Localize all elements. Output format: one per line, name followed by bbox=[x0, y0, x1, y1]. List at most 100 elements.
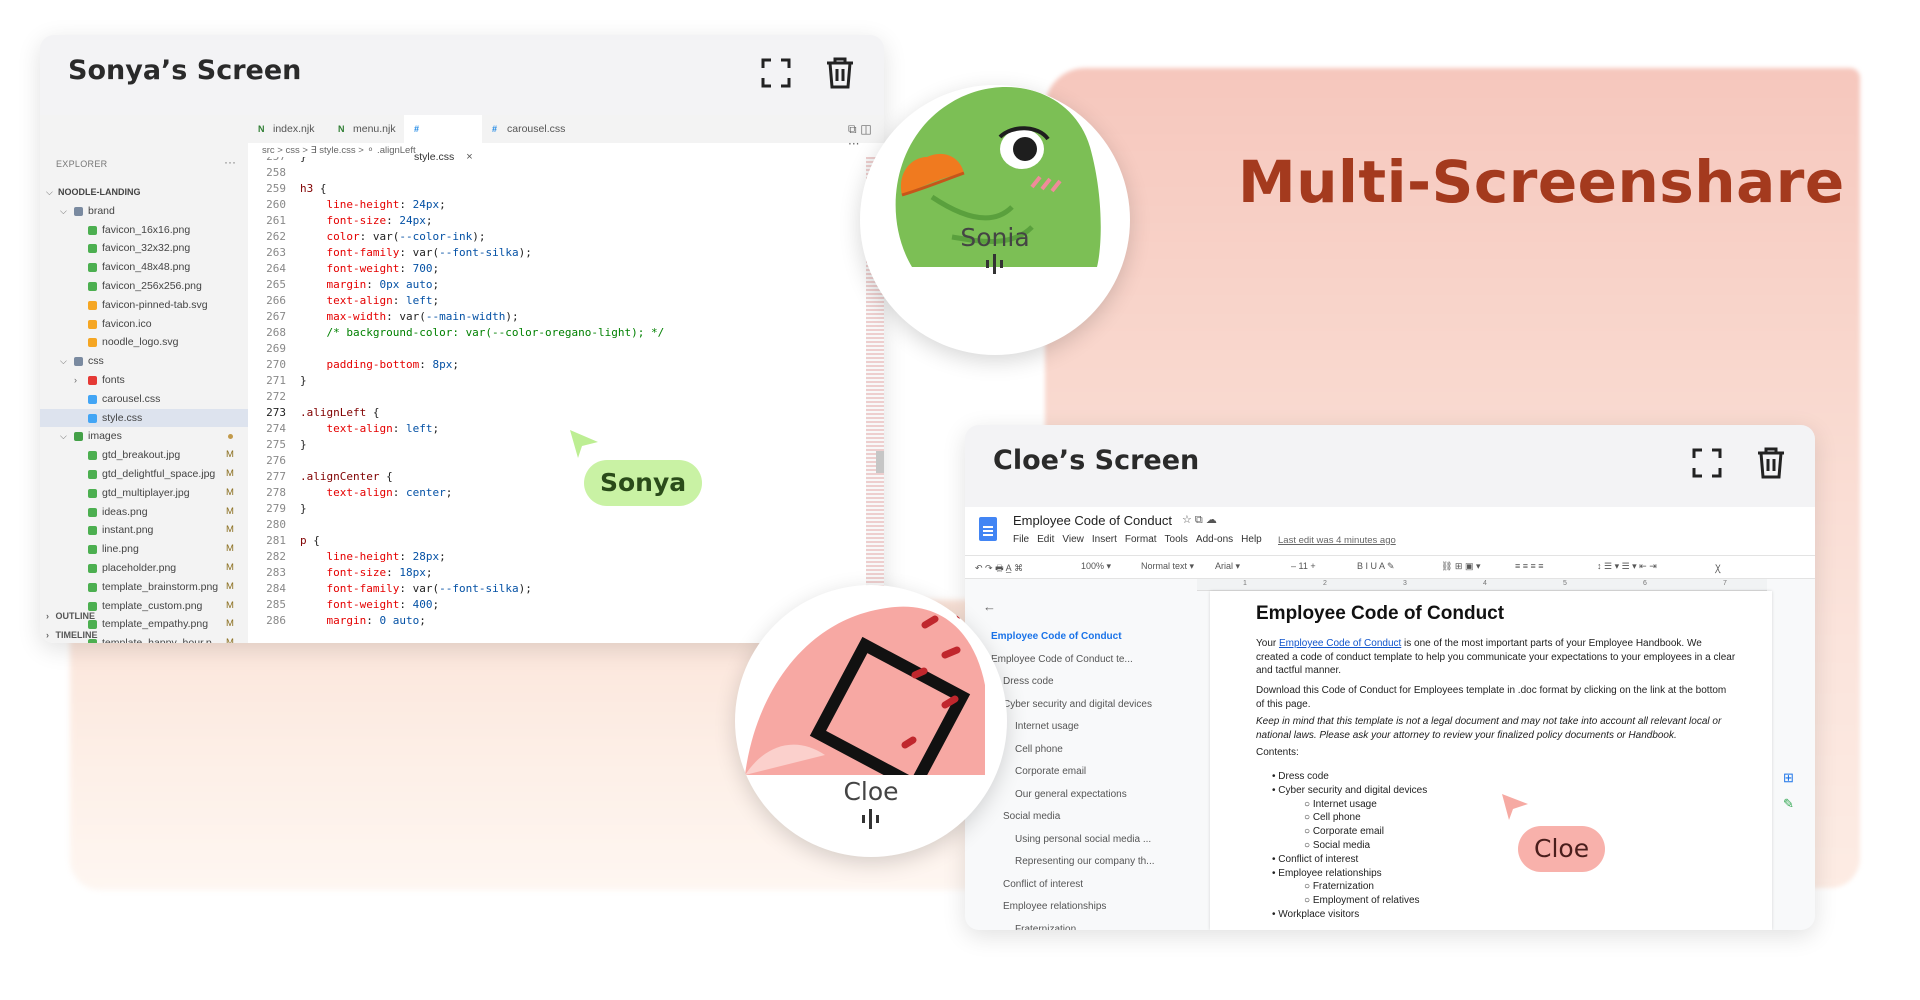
outline-item[interactable]: Dress code bbox=[1003, 676, 1054, 687]
sonya-fullscreen-button[interactable] bbox=[756, 53, 796, 93]
toolbar-control[interactable]: Ꭓ bbox=[1715, 561, 1721, 574]
code-line[interactable]: 275} bbox=[248, 437, 307, 453]
code-line[interactable]: 272 bbox=[248, 389, 300, 405]
star-move-cloud-icons[interactable]: ☆ ⧉ ☁ bbox=[1182, 513, 1217, 527]
toolbar-control[interactable]: 100% ▾ bbox=[1081, 561, 1111, 572]
file-tree-item[interactable]: gtd_multiplayer.jpg M bbox=[40, 484, 248, 503]
file-tree-item[interactable]: favicon_16x16.png bbox=[40, 221, 248, 240]
outline-item[interactable]: Employee Code of Conduct bbox=[991, 631, 1122, 642]
file-tree-item[interactable]: style.css bbox=[40, 408, 248, 428]
file-tree-item[interactable]: ⌵ css bbox=[40, 352, 248, 371]
toolbar-control[interactable]: Arial ▾ bbox=[1215, 561, 1240, 572]
code-line[interactable]: 279} bbox=[248, 501, 307, 517]
docs-logo-icon[interactable] bbox=[979, 517, 997, 541]
cloe-fullscreen-button[interactable] bbox=[1687, 443, 1727, 483]
toolbar-control[interactable]: ≡ ≡ ≡ ≡ bbox=[1515, 561, 1544, 571]
outline-item[interactable]: Cell phone bbox=[1015, 744, 1063, 755]
docs-menu-item[interactable]: Help bbox=[1241, 534, 1262, 545]
participant-bubble-sonia[interactable]: Sonia bbox=[860, 85, 1130, 355]
code-of-conduct-link[interactable]: Employee Code of Conduct bbox=[1279, 638, 1401, 649]
file-tree-item[interactable]: gtd_breakout.jpg M bbox=[40, 446, 248, 465]
suggest-edit-icon[interactable]: ✎ bbox=[1783, 791, 1794, 817]
outline-item[interactable]: Representing our company th... bbox=[1015, 856, 1155, 867]
docs-menu-item[interactable]: File bbox=[1013, 534, 1029, 545]
file-tree-item[interactable]: template_brainstorm.png M bbox=[40, 578, 248, 597]
code-line[interactable]: 257} bbox=[248, 157, 307, 165]
file-tree-item[interactable]: gtd_delightful_space.jpg M bbox=[40, 465, 248, 484]
doc-title[interactable]: Employee Code of Conduct bbox=[1013, 513, 1172, 528]
code-line[interactable]: 262 color: var(--color-ink); bbox=[248, 229, 485, 245]
file-tree-item[interactable]: noodle_logo.svg bbox=[40, 333, 248, 352]
code-line[interactable]: 273 .alignLeft { bbox=[248, 405, 379, 421]
code-line[interactable]: 266 text-align: left; bbox=[248, 293, 439, 309]
file-tree-item[interactable]: ⌵ NOODLE-LANDING bbox=[40, 183, 248, 202]
mic-waveform-icon[interactable] bbox=[859, 807, 883, 831]
file-tree-item[interactable]: favicon-pinned-tab.svg bbox=[40, 296, 248, 315]
editor-tab[interactable]: #style.css × bbox=[404, 115, 482, 163]
docs-menu-item[interactable]: Edit bbox=[1037, 534, 1054, 545]
toolbar-control[interactable]: ⛓ ⊞ ▣ ▾ bbox=[1441, 561, 1481, 572]
outline-item[interactable]: Using personal social media ... bbox=[1015, 834, 1151, 845]
file-tree-item[interactable]: ⌵ images bbox=[40, 427, 248, 446]
file-tree-item[interactable]: favicon_32x32.png bbox=[40, 239, 248, 258]
code-line[interactable]: 270 padding-bottom: 8px; bbox=[248, 357, 459, 373]
code-line[interactable]: 259 h3 { bbox=[248, 181, 326, 197]
file-tree-item[interactable]: favicon.ico bbox=[40, 315, 248, 334]
file-tree-item[interactable]: line.png M bbox=[40, 540, 248, 559]
outline-section[interactable]: › OUTLINE bbox=[40, 611, 248, 621]
code-line[interactable]: 285 font-weight: 400; bbox=[248, 597, 439, 613]
sonya-delete-button[interactable] bbox=[820, 53, 860, 93]
code-line[interactable]: 260 line-height: 24px; bbox=[248, 197, 446, 213]
editor-scrollbar[interactable] bbox=[876, 451, 884, 473]
code-line[interactable]: 261 font-size: 24px; bbox=[248, 213, 432, 229]
file-tree-item[interactable]: › fonts bbox=[40, 371, 248, 390]
file-tree-item[interactable]: ⌵ brand bbox=[40, 202, 248, 221]
toolbar-control[interactable]: Normal text ▾ bbox=[1141, 561, 1194, 572]
code-line[interactable]: 264 font-weight: 700; bbox=[248, 261, 439, 277]
code-line[interactable]: 276 bbox=[248, 453, 300, 469]
breadcrumb[interactable]: src > css > ∃ style.css > ⚬ .alignLeft bbox=[262, 145, 416, 156]
code-line[interactable]: 282 line-height: 28px; bbox=[248, 549, 446, 565]
timeline-section[interactable]: › TIMELINE bbox=[40, 630, 248, 640]
cloe-delete-button[interactable] bbox=[1751, 443, 1791, 483]
code-line[interactable]: 284 font-family: var(--font-silka); bbox=[248, 581, 532, 597]
docs-menu-item[interactable]: Tools bbox=[1165, 534, 1188, 545]
outline-item[interactable]: Employee Code of Conduct te... bbox=[991, 654, 1133, 665]
outline-item[interactable]: Corporate email bbox=[1015, 766, 1086, 777]
docs-ruler[interactable]: 1 2 3 4 5 6 7 bbox=[1197, 579, 1767, 591]
toolbar-control[interactable]: B I U A ✎ bbox=[1357, 561, 1395, 572]
participant-bubble-cloe[interactable]: Cloe bbox=[735, 585, 1007, 857]
code-line[interactable]: 265 margin: 0px auto; bbox=[248, 277, 439, 293]
outline-item[interactable]: Conflict of interest bbox=[1003, 879, 1083, 890]
outline-item[interactable]: Cyber security and digital devices bbox=[1003, 699, 1152, 710]
docs-menu-item[interactable]: Format bbox=[1125, 534, 1157, 545]
toolbar-control[interactable]: ↕ ☰ ▾ ☰ ▾ ⇤ ⇥ bbox=[1597, 561, 1657, 572]
add-comment-icon[interactable]: ⊞ bbox=[1783, 765, 1794, 791]
code-line[interactable]: 268 /* background-color: var(--color-ore… bbox=[248, 325, 664, 341]
editor-tab[interactable]: # carousel.css bbox=[482, 115, 572, 143]
toolbar-control[interactable]: – 11 + bbox=[1291, 561, 1316, 571]
outline-item[interactable]: Employee relationships bbox=[1003, 901, 1106, 912]
outline-item[interactable]: Our general expectations bbox=[1015, 789, 1127, 800]
code-line[interactable]: 269 bbox=[248, 341, 300, 357]
code-line[interactable]: 286 margin: 0 auto; bbox=[248, 613, 426, 629]
docs-side-icons[interactable]: ⊞ ✎ bbox=[1783, 765, 1794, 817]
file-tree-item[interactable]: favicon_256x256.png bbox=[40, 277, 248, 296]
code-line[interactable]: 258 bbox=[248, 165, 300, 181]
docs-menu-item[interactable]: Add-ons bbox=[1196, 534, 1233, 545]
editor-tab[interactable]: Nindex.njk bbox=[248, 115, 328, 143]
file-tree-item[interactable]: ideas.png M bbox=[40, 503, 248, 522]
code-line[interactable]: 267 max-width: var(--main-width); bbox=[248, 309, 518, 325]
code-line[interactable]: 280 bbox=[248, 517, 300, 533]
file-tree-item[interactable]: favicon_48x48.png bbox=[40, 258, 248, 277]
code-line[interactable]: 278 text-align: center; bbox=[248, 485, 452, 501]
last-edit-link[interactable]: Last edit was 4 minutes ago bbox=[1278, 535, 1396, 546]
outline-item[interactable]: Internet usage bbox=[1015, 721, 1079, 732]
code-line[interactable]: 274 text-align: left; bbox=[248, 421, 439, 437]
code-line[interactable]: 277 .alignCenter { bbox=[248, 469, 393, 485]
code-line[interactable]: 271} bbox=[248, 373, 307, 389]
code-editor[interactable]: 257}258259h3 {260 line-height: 24px;261 … bbox=[248, 157, 868, 643]
doc-page[interactable]: Employee Code of Conduct Your Employee C… bbox=[1210, 591, 1772, 930]
docs-menu-item[interactable]: View bbox=[1062, 534, 1084, 545]
mic-waveform-icon[interactable] bbox=[983, 252, 1007, 276]
